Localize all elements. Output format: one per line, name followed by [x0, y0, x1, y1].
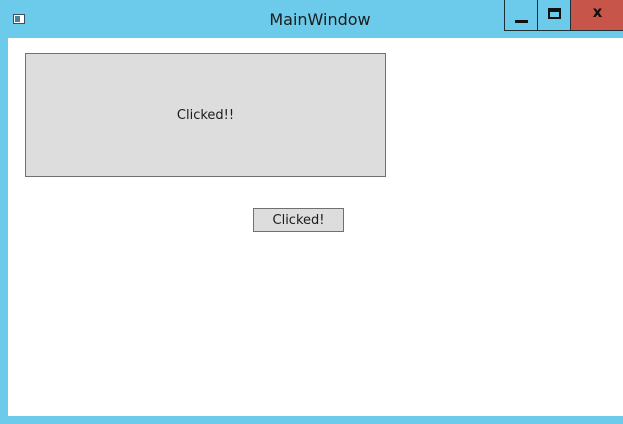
large-clicked-button[interactable]: Clicked!!: [25, 53, 386, 177]
small-clicked-button[interactable]: Clicked!: [253, 208, 344, 232]
minimize-icon: [515, 20, 528, 23]
title-bar[interactable]: MainWindow x: [0, 0, 623, 38]
minimize-button[interactable]: [504, 0, 538, 31]
close-icon: x: [592, 3, 603, 21]
maximize-button[interactable]: [537, 0, 571, 31]
maximize-icon: [548, 8, 561, 19]
main-window: MainWindow x Clicked!! Clicked!: [0, 0, 623, 424]
close-button[interactable]: x: [570, 0, 623, 31]
small-button-label: Clicked!: [272, 212, 325, 228]
client-area: Clicked!! Clicked!: [8, 38, 623, 416]
large-button-label: Clicked!!: [176, 107, 235, 123]
